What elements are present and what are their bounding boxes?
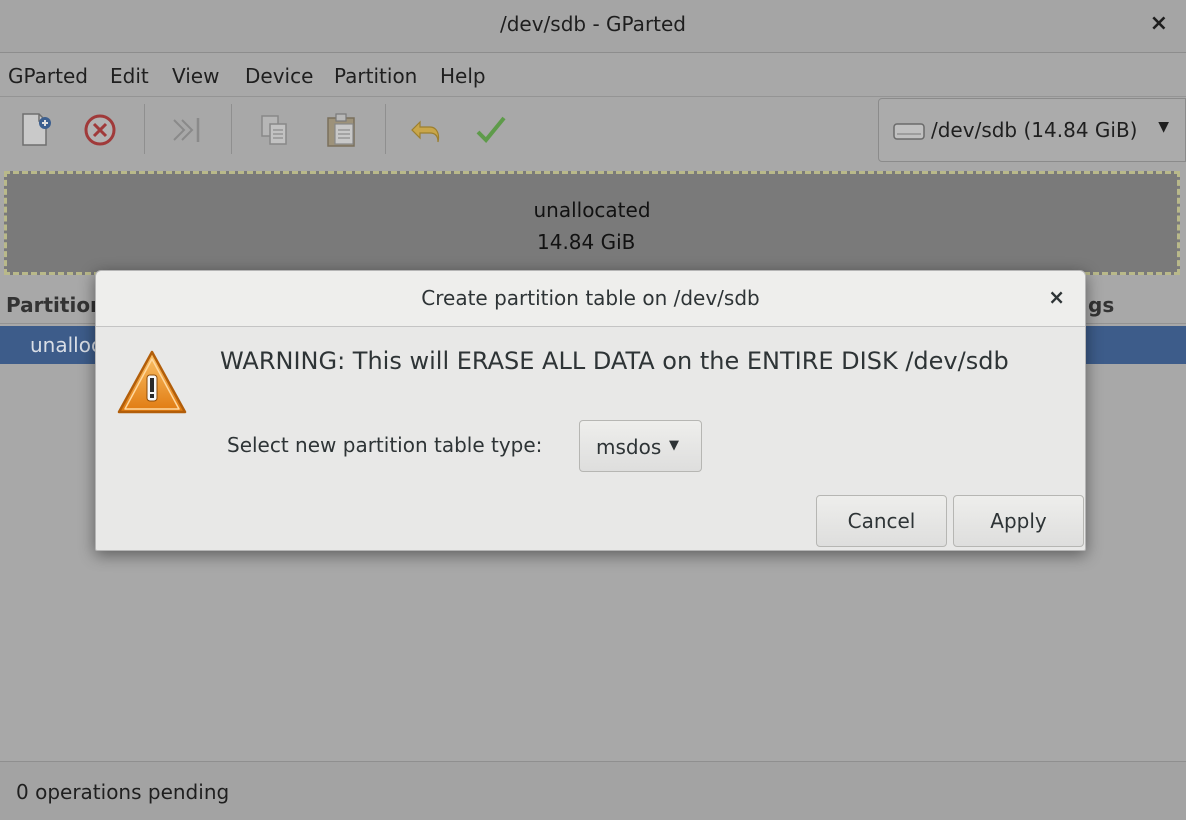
partition-name-cell: unalloc [30,333,102,357]
dialog-titlebar: Create partition table on /dev/sdb × [96,271,1085,327]
window-close-button[interactable]: × [1150,11,1168,36]
menu-partition[interactable]: Partition [334,64,417,88]
disk-graphic-size: 14.84 GiB [537,230,636,254]
disk-icon [893,123,925,140]
window-titlebar: /dev/sdb - GParted × [0,0,1186,53]
apply-button[interactable]: Apply [953,495,1084,547]
cancel-button[interactable]: Cancel [816,495,947,547]
window-title: /dev/sdb - GParted [499,12,687,36]
disk-graphic-name: unallocated [533,198,651,222]
chevron-down-icon: ▼ [669,438,679,453]
menu-device[interactable]: Device [245,64,313,88]
apply-icon[interactable] [470,110,514,150]
undo-icon[interactable] [406,110,450,150]
toolbar-separator [144,104,145,154]
dialog-close-button[interactable]: × [1048,285,1065,309]
menu-gparted[interactable]: GParted [8,64,88,88]
menu-edit[interactable]: Edit [110,64,149,88]
dialog-title: Create partition table on /dev/sdb [421,286,760,310]
paste-icon[interactable] [320,110,364,150]
toolbar-separator [385,104,386,154]
resize-move-icon[interactable] [164,110,208,150]
partition-table-type-dropdown[interactable]: msdos ▼ [579,420,702,472]
disk-graphic-unallocated[interactable]: unallocated 14.84 GiB [4,171,1180,275]
column-flags[interactable]: gs [1088,293,1114,317]
column-partition[interactable]: Partition [6,293,104,317]
menu-help[interactable]: Help [440,64,486,88]
delete-icon[interactable] [78,110,122,150]
partition-table-type-value: msdos [596,435,662,459]
menu-view[interactable]: View [172,64,219,88]
toolbar-separator [231,104,232,154]
status-text: 0 operations pending [16,780,230,804]
copy-icon[interactable] [252,110,296,150]
device-selector[interactable]: /dev/sdb (14.84 GiB) ▼ [878,98,1186,162]
warning-icon [117,350,187,414]
menubar: GParted Edit View Device Partition Help [0,54,1186,97]
partition-table-type-label: Select new partition table type: [227,433,543,457]
new-partition-icon[interactable] [14,110,58,150]
warning-message: WARNING: This will ERASE ALL DATA on the… [220,347,1009,375]
statusbar: 0 operations pending [0,761,1186,820]
chevron-down-icon: ▼ [1158,119,1169,135]
device-selector-label: /dev/sdb (14.84 GiB) [931,118,1138,142]
create-partition-table-dialog: Create partition table on /dev/sdb × WAR… [95,270,1086,551]
